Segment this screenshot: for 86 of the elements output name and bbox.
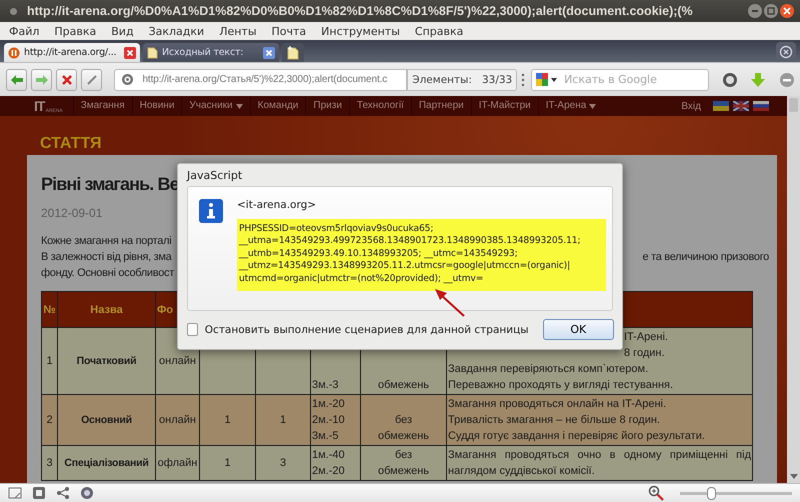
table-cell: 1м.-20 2м.-10 3м.-5 <box>310 394 360 446</box>
globe-icon <box>121 73 134 86</box>
table-cell: онлайн <box>156 394 200 446</box>
cookie-message: PHPSESSID=oteovsm5rlqoviav9s0ucuka65; __utma=143549293.499723568.1348901723.1348990385.1348993205.11; __utmb=143549293.49.10.1348993205; __utmc=143549293; __utmz=143549293.1348993205.11.2.utmcsr=google|utmccn=(organic)| utmcmd=organic|utmctr=(not%20provided); __utmv= <box>237 218 606 292</box>
table-cell: 1 <box>256 394 310 446</box>
paragraph-text: В залежності від рівня, зма <box>41 250 172 265</box>
back-button[interactable] <box>6 68 28 90</box>
flag-icon[interactable] <box>753 101 769 111</box>
table-cell: 1м.-40 2м.-20 <box>310 446 360 480</box>
address-field[interactable]: http://it-arena.org/Статья/5')%22,3000);alert(document.c <box>114 68 408 90</box>
table-cell: без обмежень <box>360 446 446 480</box>
table-cell: 1 <box>42 328 58 394</box>
forward-button[interactable] <box>31 68 52 90</box>
table-cell: офлайн <box>156 446 200 480</box>
stop-button[interactable] <box>56 68 78 90</box>
globe-button[interactable] <box>722 72 738 88</box>
search-engine-icon <box>536 72 558 86</box>
scroll-down-icon[interactable] <box>790 474 798 479</box>
menu-item[interactable]: Почта <box>272 24 306 38</box>
close-icon[interactable] <box>263 46 275 58</box>
match-count: 33/33 <box>482 74 512 86</box>
minus-button[interactable] <box>778 72 794 88</box>
menu-item[interactable]: Ленты <box>219 24 257 38</box>
scrollbar-thumb[interactable] <box>789 98 798 112</box>
login-link[interactable]: Вхід <box>681 100 701 112</box>
share-icon[interactable] <box>56 486 70 500</box>
paragraph-text: е та величиною призового <box>642 250 769 265</box>
minimize-button[interactable] <box>748 4 762 18</box>
browser-tab[interactable]: Исходный текст: <box>143 43 279 62</box>
menu-item[interactable]: Правка <box>54 24 96 38</box>
minimize-icon <box>751 7 759 15</box>
forward-arrow-icon <box>34 74 49 86</box>
paragraph-text: Кожне змагання на порталі <box>41 234 172 249</box>
menu-item[interactable]: Файл <box>9 24 40 38</box>
table-cell: 2 <box>42 394 58 446</box>
pencil-icon <box>86 74 98 86</box>
zoom-icon[interactable] <box>648 485 664 501</box>
scrollbar[interactable] <box>787 96 800 483</box>
table-cell: 1 <box>200 394 256 446</box>
find-label: Элементы: <box>412 74 472 86</box>
new-tab-button[interactable] <box>282 43 304 62</box>
window-icon <box>10 8 17 14</box>
paragraph-text: фонду. Основні особливост <box>41 266 174 281</box>
table-cell: Основний <box>58 394 156 446</box>
table-cell: Спеціалізований <box>58 446 156 480</box>
table-cell: Змагання проводяться онлайн на IT-Арені. Тривалість змагання – не більше 8 годин. Суддя готує завдання і перевіряє його результати. <box>446 394 752 446</box>
close-icon[interactable] <box>124 46 136 58</box>
stop-icon <box>60 74 73 86</box>
menu-item[interactable]: Вид <box>111 24 134 38</box>
flag-icon[interactable] <box>713 101 729 111</box>
close-icon <box>783 7 791 15</box>
close-button[interactable] <box>780 4 794 18</box>
puzzle-icon[interactable] <box>32 486 46 500</box>
table-cell: 3 <box>256 446 310 480</box>
flag-icon[interactable] <box>733 101 749 111</box>
table-cell: 1 <box>200 446 256 480</box>
dialog-origin: <it-arena.org> <box>237 198 318 213</box>
back-arrow-icon <box>10 74 24 86</box>
header-cell: Назва <box>58 292 156 328</box>
table-cell: Початковий <box>58 328 156 394</box>
menu-item[interactable]: Закладки <box>148 24 204 38</box>
closed-tabs-button[interactable] <box>776 42 796 62</box>
ok-button[interactable]: OK <box>542 319 614 340</box>
header-cell: № <box>42 292 58 328</box>
browser-tab[interactable]: http://it-arena.org/... <box>4 43 140 62</box>
window-title: http://it-arena.org/%D0%A1%D1%82%D0%B0%D1%82%D1%8C%D1%8F/5')%22,3000);alert(document.cookie);(% <box>27 4 694 18</box>
slider-thumb[interactable] <box>707 486 716 500</box>
document-icon <box>147 46 158 58</box>
maximize-icon <box>767 7 775 15</box>
menu-item[interactable]: Справка <box>414 24 464 38</box>
table-cell: Змагання проводяться очно в одному приміщенні під наглядом суддівської комісії. <box>446 446 752 480</box>
panel-icon[interactable] <box>8 487 22 499</box>
info-icon <box>199 198 223 223</box>
new-tab-icon <box>287 46 299 60</box>
closed-tabs-icon <box>779 45 793 59</box>
resize-handle[interactable] <box>521 72 526 88</box>
edit-button[interactable] <box>81 68 102 90</box>
checkbox[interactable] <box>187 323 198 336</box>
speed-dial-icon[interactable] <box>80 486 94 500</box>
article-date: 2012-09-01 <box>41 206 102 220</box>
section-heading: СТАТТЯ <box>40 135 102 154</box>
menu-item[interactable]: Инструменты <box>321 24 400 38</box>
table-cell: 3 <box>42 446 58 480</box>
arrow-annotation <box>435 288 465 316</box>
stop-sign-icon <box>8 46 20 58</box>
dialog-title: JavaScript <box>187 169 244 183</box>
